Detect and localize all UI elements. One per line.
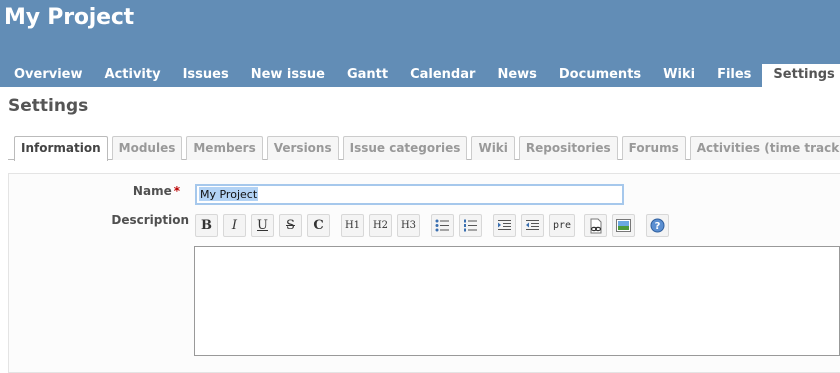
preformatted-button[interactable]: pre	[549, 214, 575, 237]
underline-button[interactable]: U	[251, 214, 274, 237]
image-button[interactable]	[612, 214, 635, 237]
description-label: Description	[111, 213, 189, 227]
main-menu: Overview Activity Issues New issue Gantt…	[3, 64, 840, 87]
menu-item-wiki[interactable]: Wiki	[652, 64, 706, 87]
code-icon: C	[313, 218, 324, 233]
description-textarea[interactable]	[194, 246, 840, 356]
preformatted-icon: pre	[552, 220, 572, 231]
indent-right-icon	[498, 220, 511, 230]
tab-activities-time-tracking[interactable]: Activities (time tracking)	[689, 136, 840, 160]
tab-members[interactable]: Members	[186, 136, 263, 160]
bulleted-list-icon	[435, 219, 449, 232]
tab-forums[interactable]: Forums	[621, 136, 686, 160]
italic-button[interactable]: I	[223, 214, 246, 237]
tab-modules[interactable]: Modules	[111, 136, 183, 160]
heading-2-icon: H2	[372, 220, 389, 231]
help-icon: ?	[650, 218, 665, 233]
menu-item-new-issue[interactable]: New issue	[240, 64, 336, 87]
tabs-bar: Information Modules Members Versions Iss…	[8, 136, 840, 161]
header: My Project Overview Activity Issues New …	[0, 0, 840, 87]
help-button[interactable]: ?	[646, 214, 669, 237]
menu-item-calendar[interactable]: Calendar	[399, 64, 486, 87]
menu-item-issues[interactable]: Issues	[172, 64, 240, 87]
name-input[interactable]	[195, 184, 624, 205]
menu-item-documents[interactable]: Documents	[548, 64, 652, 87]
ordered-list-button[interactable]	[459, 214, 482, 237]
strikethrough-icon: S	[286, 218, 295, 233]
tab-information[interactable]: Information	[14, 136, 108, 161]
indent-left-icon	[526, 220, 539, 230]
tab-repositories[interactable]: Repositories	[518, 136, 618, 160]
svg-text:?: ?	[655, 221, 661, 232]
quote-button[interactable]	[493, 214, 516, 237]
name-label: Name *	[0, 184, 180, 198]
link-page-icon	[590, 218, 601, 233]
numbered-list-icon	[464, 219, 477, 232]
strikethrough-button[interactable]: S	[279, 214, 302, 237]
page-heading: Settings	[8, 96, 89, 116]
heading-3-button[interactable]: H3	[397, 214, 420, 237]
bold-button[interactable]: B	[195, 214, 218, 237]
unquote-button[interactable]	[521, 214, 544, 237]
project-title: My Project	[4, 5, 135, 30]
italic-icon: I	[231, 218, 238, 233]
menu-item-activity[interactable]: Activity	[94, 64, 172, 87]
heading-2-button[interactable]: H2	[369, 214, 392, 237]
bold-icon: B	[201, 218, 212, 233]
menu-item-files[interactable]: Files	[706, 64, 762, 87]
code-button[interactable]: C	[307, 214, 330, 237]
menu-item-gantt[interactable]: Gantt	[336, 64, 399, 87]
menu-item-overview[interactable]: Overview	[3, 64, 94, 87]
menu-item-settings[interactable]: Settings	[762, 64, 840, 87]
tab-wiki[interactable]: Wiki	[471, 136, 515, 160]
unordered-list-button[interactable]	[431, 214, 454, 237]
heading-1-icon: H1	[344, 220, 361, 231]
heading-1-button[interactable]: H1	[341, 214, 364, 237]
image-icon	[616, 219, 631, 232]
required-marker: *	[173, 184, 180, 198]
tab-issue-categories[interactable]: Issue categories	[342, 136, 468, 160]
menu-item-news[interactable]: News	[486, 64, 547, 87]
heading-3-icon: H3	[400, 220, 417, 231]
name-label-text: Name	[132, 184, 172, 198]
wiki-link-button[interactable]	[584, 214, 607, 237]
tabs: Information Modules Members Versions Iss…	[14, 136, 840, 161]
underline-icon: U	[257, 218, 268, 233]
tab-versions[interactable]: Versions	[266, 136, 339, 160]
